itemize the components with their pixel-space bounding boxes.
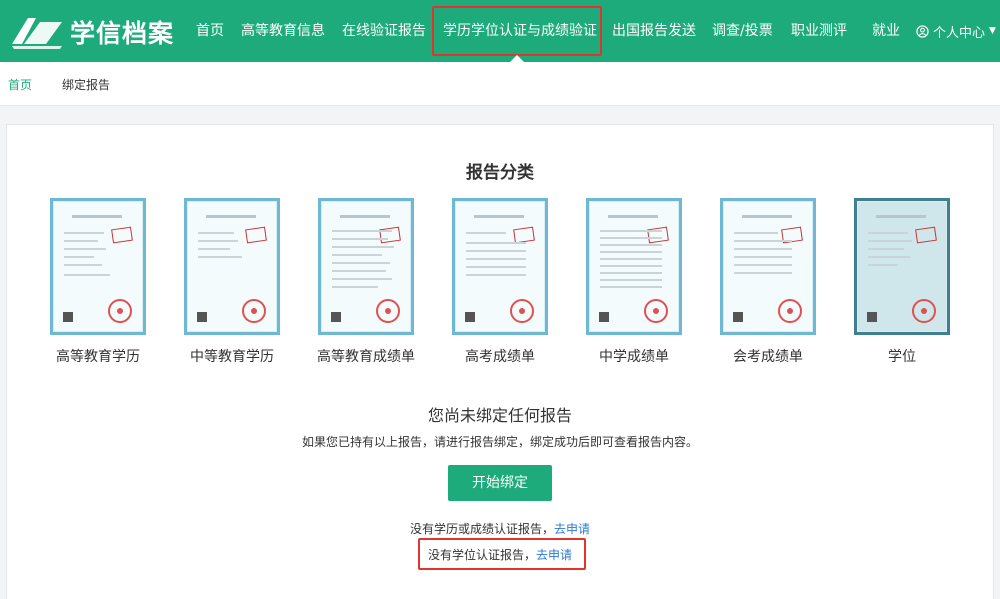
logo-icon (12, 18, 62, 49)
active-nav-caret (510, 55, 524, 62)
report-thumbnail (452, 198, 548, 335)
report-type-higher-edu-transcript[interactable]: 高等教育成绩单 (316, 198, 416, 366)
report-type-degree[interactable]: 学位 (852, 198, 952, 366)
report-thumbnail (586, 198, 682, 335)
nav-item-career-test[interactable]: 职业测评 (791, 0, 847, 62)
breadcrumb: 首页 绑定报告 (0, 62, 1000, 106)
user-menu-label: 个人中心 (933, 25, 986, 41)
nav-item-home[interactable]: 首页 (196, 0, 224, 62)
report-thumbnail (854, 198, 950, 335)
section-title: 报告分类 (466, 163, 534, 183)
apply-degree-line: 没有学位认证报告，去申请 (0, 546, 1000, 563)
report-type-label: 中学成绩单 (599, 349, 669, 365)
chevron-down-icon: ▼ (989, 26, 996, 36)
breadcrumb-current: 绑定报告 (62, 78, 111, 92)
report-type-label: 高等教育学历 (56, 349, 140, 365)
nav-item-online-verify[interactable]: 在线验证报告 (342, 0, 426, 62)
report-type-gaokao-transcript[interactable]: 高考成绩单 (450, 198, 550, 366)
nav-item-overseas-report[interactable]: 出国报告发送 (612, 0, 696, 62)
apply-degree-link[interactable]: 去申请 (536, 548, 572, 562)
report-type-huikao-transcript[interactable]: 会考成绩单 (718, 198, 818, 366)
report-type-label: 高等教育成绩单 (317, 349, 415, 365)
logo-text: 学信档案 (70, 19, 175, 48)
report-type-higher-edu[interactable]: 高等教育学历 (48, 198, 148, 366)
report-thumbnail (318, 198, 414, 335)
report-thumbnail (720, 198, 816, 335)
report-thumbnail (50, 198, 146, 335)
report-type-label: 高考成绩单 (465, 349, 535, 365)
active-nav-highlight (432, 6, 602, 56)
user-circle-icon (916, 24, 929, 38)
apply-education-text: 没有学历或成绩认证报告， (409, 522, 554, 536)
site-logo[interactable]: 学信档案 (10, 12, 174, 52)
nav-item-survey[interactable]: 调查/投票 (712, 0, 773, 62)
breadcrumb-home[interactable]: 首页 (8, 76, 32, 93)
report-type-secondary-edu[interactable]: 中等教育学历 (182, 198, 282, 366)
nav-item-employment[interactable]: 就业 (872, 0, 900, 62)
apply-education-link[interactable]: 去申请 (554, 522, 590, 536)
user-menu[interactable]: 个人中心 ▼ (916, 0, 996, 62)
report-type-label: 会考成绩单 (733, 349, 803, 365)
nav-item-education-info[interactable]: 高等教育信息 (241, 0, 325, 62)
apply-degree-text: 没有学位认证报告， (427, 548, 536, 562)
report-type-high-school-transcript[interactable]: 中学成绩单 (584, 198, 684, 366)
empty-state-title: 您尚未绑定任何报告 (427, 406, 572, 425)
report-type-label: 中等教育学历 (190, 349, 274, 365)
top-navbar: 学信档案 首页 高等教育信息 在线验证报告 学历学位认证与成绩验证 出国报告发送… (0, 0, 1000, 62)
start-binding-button[interactable]: 开始绑定 (448, 465, 552, 501)
report-type-label: 学位 (888, 349, 916, 365)
report-thumbnail (184, 198, 280, 335)
apply-education-line: 没有学历或成绩认证报告，去申请 (0, 520, 1000, 537)
empty-state-description: 如果您已持有以上报告，请进行报告绑定，绑定成功后即可查看报告内容。 (301, 435, 698, 449)
